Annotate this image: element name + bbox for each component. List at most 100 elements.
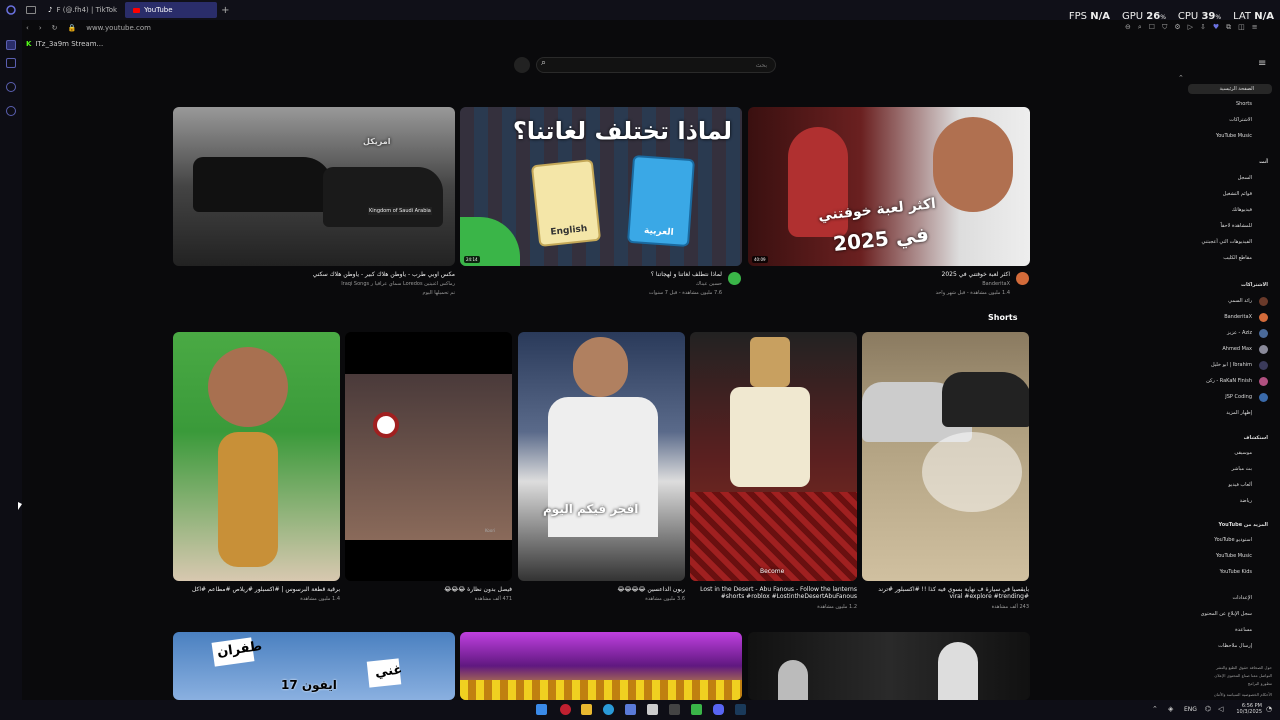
sidebar-bell-icon[interactable]: [6, 82, 16, 92]
sidebar-chat-icon[interactable]: [6, 58, 16, 68]
sidebar-item-history[interactable]: السجل: [1238, 175, 1252, 181]
video-thumbnail-4[interactable]: طفران ايفون 17 غني: [173, 632, 455, 700]
camera-icon[interactable]: ◫: [1238, 23, 1245, 32]
clock[interactable]: 6:56 PM 10/3/2025: [1232, 703, 1262, 715]
sidebar-you-header[interactable]: أنت: [1259, 159, 1268, 165]
reload-icon[interactable]: ↻: [52, 24, 58, 32]
tab-tiktok[interactable]: ♪ F (@.fh4) | TikTok: [40, 2, 125, 18]
sidebar-more-kids[interactable]: YouTube Kids: [1220, 569, 1252, 575]
sidebar-help[interactable]: مساعدة: [1235, 627, 1252, 633]
sidebar-footer-3[interactable]: مطورو البرامج: [1248, 681, 1272, 686]
short-title-4[interactable]: Lost in the Desert - Abu Fanous - Follow…: [690, 586, 857, 600]
heart-icon[interactable]: ♥: [1213, 23, 1219, 32]
sidebar-more-studio[interactable]: استوديو YouTube: [1214, 537, 1252, 543]
edge-icon[interactable]: [603, 704, 614, 715]
download-icon[interactable]: ⇩: [1200, 23, 1206, 32]
search-input[interactable]: بحث: [536, 57, 776, 73]
play-icon[interactable]: ▷: [1188, 23, 1193, 32]
short-thumbnail-4[interactable]: Become: [690, 332, 857, 581]
sidebar-item-liked[interactable]: الفيديوهات التي أعجبتني: [1202, 239, 1252, 245]
sidebar-item-music[interactable]: YouTube Music: [1216, 133, 1252, 139]
file-explorer-icon[interactable]: [581, 704, 592, 715]
url-field[interactable]: www.youtube.com: [86, 24, 151, 32]
volume-icon[interactable]: ◁: [1218, 705, 1223, 713]
sidebar-footer-4[interactable]: الأحكام الخصوصية السياسة والأمان: [1214, 692, 1272, 697]
short-title-3[interactable]: ربون الداعسين 😂😂😂😂: [518, 586, 685, 593]
short-title-1[interactable]: برقية قطعة البرسوس | #اكسبلور #ريلاص #مط…: [173, 586, 340, 593]
sidebar-report-history[interactable]: سجل الإبلاغ عن المحتوى: [1201, 611, 1252, 617]
short-thumbnail-2[interactable]: Koori: [345, 332, 512, 581]
sidebar-show-more[interactable]: إظهار المزيد: [1226, 410, 1252, 416]
video-title-3[interactable]: اكثر لعبة خوفتني في 2025: [748, 271, 1010, 278]
voice-search-icon[interactable]: [514, 57, 530, 73]
search-page-icon[interactable]: ⌕: [1138, 23, 1142, 32]
video-title-2[interactable]: لماذا نتطلف لغاتنا و لهجاتنا ؟: [460, 271, 722, 278]
notification-icon[interactable]: ◔: [1266, 705, 1272, 713]
bookmark-item[interactable]: ITz_3a9m Stream...: [35, 40, 103, 48]
xbox-icon[interactable]: [691, 704, 702, 715]
video-thumbnail-5[interactable]: [460, 632, 742, 700]
sidebar-explore-live[interactable]: بث مباشر: [1231, 466, 1252, 472]
tab-youtube[interactable]: YouTube: [125, 2, 218, 18]
sidebar-sub-1[interactable]: رائد السمي: [1228, 298, 1252, 304]
opera-icon[interactable]: [560, 704, 571, 715]
tabs-icon[interactable]: [26, 6, 36, 14]
sidebar-item-watch-later[interactable]: للمشاهدة لاحقاً: [1220, 223, 1252, 229]
video-title-1[interactable]: مكس اوبي طرب - ياوطن هلاك كبير - ياوطن ه…: [173, 271, 455, 278]
tray-icon[interactable]: ◈: [1168, 705, 1173, 713]
sidebar-settings[interactable]: الإعدادات: [1232, 595, 1252, 601]
sidebar-home-icon[interactable]: [6, 40, 16, 50]
browser-logo-icon[interactable]: [0, 0, 22, 20]
sidebar-sub-6[interactable]: RaKaN Finish - ركن: [1206, 378, 1252, 384]
sidebar-sub-2[interactable]: BanderitaX: [1224, 314, 1252, 320]
tray-chevron-icon[interactable]: ⌃: [1152, 705, 1158, 713]
sidebar-sub-5[interactable]: Ibrahim | ابو خليل: [1211, 362, 1252, 368]
sidebar-sub-4[interactable]: Ahmed Max: [1222, 346, 1252, 352]
bookmark-icon[interactable]: ☐: [1149, 23, 1155, 32]
short-title-5[interactable]: بايقصيا في سيارة ف نهاية بسوي فيه كذا !!…: [862, 586, 1029, 600]
video-channel-3[interactable]: BanderitaX: [748, 281, 1010, 287]
start-icon[interactable]: [536, 704, 547, 715]
short-thumbnail-3[interactable]: افجر فيكم اليوم: [518, 332, 685, 581]
sidebar-explore-music[interactable]: موسيقى: [1234, 450, 1252, 456]
zoom-icon[interactable]: ⊖: [1125, 23, 1131, 32]
back-icon[interactable]: ‹: [26, 24, 29, 32]
forward-icon[interactable]: ›: [39, 24, 42, 32]
extensions-icon[interactable]: ⧉: [1226, 23, 1231, 32]
video-channel-2[interactable]: حسين عيناك: [460, 281, 722, 287]
sidebar-item-your-videos[interactable]: فيديوهاتك: [1232, 207, 1252, 213]
language-indicator[interactable]: ENG: [1184, 706, 1197, 713]
sidebar-explore-gaming[interactable]: ألعاب فيديو: [1228, 482, 1252, 488]
wifi-icon[interactable]: ⌬: [1205, 705, 1211, 713]
sidebar-item-home[interactable]: الصفحة الرئيسية: [1188, 84, 1272, 94]
steam-icon[interactable]: [735, 704, 746, 715]
sidebar-item-subscriptions[interactable]: الاشتراكات: [1229, 117, 1252, 123]
video-thumbnail-3[interactable]: اكثر لعبة خوفتني في 2025 40:09: [748, 107, 1030, 266]
sidebar-collapse-icon[interactable]: ⌃: [1178, 74, 1184, 82]
video-channel-1[interactable]: رماكس اغنيتين Loredos سماي عراقيا ر Iraq…: [173, 281, 455, 287]
short-thumbnail-1[interactable]: [173, 332, 340, 581]
sidebar-item-shorts[interactable]: Shorts: [1236, 101, 1252, 107]
new-tab-icon[interactable]: +: [221, 5, 229, 16]
terminal-icon[interactable]: [669, 704, 680, 715]
sidebar-more-music[interactable]: YouTube Music: [1216, 553, 1252, 559]
sidebar-feedback[interactable]: إرسال ملاحظات: [1218, 643, 1252, 649]
video-thumbnail-2[interactable]: لماذا تختلف لغاتنا؟ English العربية 24:1…: [460, 107, 742, 266]
channel-avatar-3[interactable]: [1016, 272, 1029, 285]
channel-avatar-2[interactable]: [728, 272, 741, 285]
sidebar-settings-icon[interactable]: [6, 106, 16, 116]
short-title-2[interactable]: فيصل بدون نظارة 😂😂😂: [345, 586, 512, 593]
discord-icon[interactable]: [713, 704, 724, 715]
search-icon[interactable]: ⌕: [541, 58, 546, 68]
video-thumbnail-1[interactable]: امريكل Kingdom of Saudi Arabia: [173, 107, 455, 266]
sidebar-footer-1[interactable]: حول الصحافة حقوق الطبع والنشر: [1216, 665, 1272, 670]
sidebar-sub-3[interactable]: Aziz - عزيز: [1227, 330, 1252, 336]
settings-icon[interactable]: ⚙: [1174, 23, 1180, 32]
sidebar-item-playlists[interactable]: قوائم التشغيل: [1223, 191, 1252, 197]
store-icon[interactable]: [647, 704, 658, 715]
menu-icon[interactable]: ≡: [1252, 23, 1258, 32]
sidebar-item-clips[interactable]: مقاطع الكليب: [1223, 255, 1252, 261]
video-thumbnail-6[interactable]: [748, 632, 1030, 700]
copilot-icon[interactable]: [625, 704, 636, 715]
sidebar-footer-2[interactable]: التواصل معنا صناع المحتوى الإعلان: [1214, 673, 1272, 678]
